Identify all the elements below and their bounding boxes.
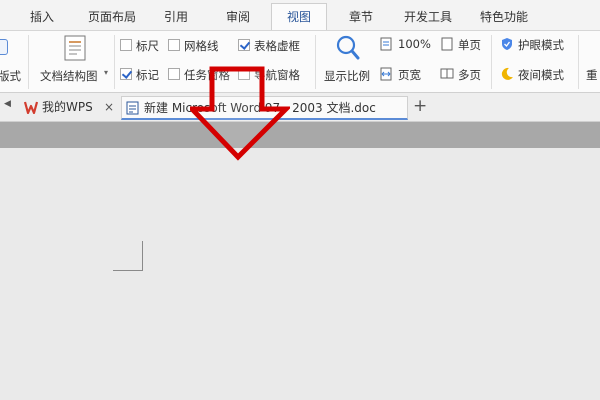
document-icon [126,101,139,115]
tab-current-document[interactable]: 新建 Microsoft Word 97 - 2003 文档.doc [121,96,408,120]
tab-insert[interactable]: 插入 [16,6,68,30]
page-corner-mark [113,241,143,271]
single-page-button[interactable]: 单页 [458,37,481,53]
page-width-button[interactable]: 页宽 [398,67,421,83]
nav-pane-label: 导航窗格 [254,68,300,82]
night-mode-button[interactable]: 夜间模式 [518,67,564,83]
task-pane-label: 任务窗格 [184,68,230,82]
zoom-label: 显示比例 [324,69,370,83]
single-page-icon [441,37,453,51]
tab-my-wps[interactable]: 我的WPS × [20,96,118,120]
tab-references[interactable]: 引用 [152,6,200,30]
page-width-icon [380,67,392,81]
moon-icon [501,67,513,80]
tab-chapter[interactable]: 章节 [337,6,385,30]
group-divider [28,35,29,89]
layout-icon [0,39,8,55]
ruler-strip [0,122,600,148]
close-icon[interactable]: × [104,96,114,118]
tab-special-features[interactable]: 特色功能 [470,6,538,30]
zoom-100-icon [380,37,392,51]
cut-off-button-label[interactable]: 重 [586,67,598,83]
table-gridlines-checkbox[interactable] [238,39,250,51]
marks-label: 标记 [136,68,159,82]
gridlines-checkbox[interactable] [168,39,180,51]
ruler-checkbox[interactable] [120,39,132,51]
task-pane-checkbox[interactable] [168,68,180,80]
document-tab-label: 新建 Microsoft Word 97 - 2003 文档.doc [144,101,376,115]
wps-logo-icon [24,101,38,114]
marks-checkbox[interactable] [120,68,132,80]
nav-pane-checkbox[interactable] [238,68,250,80]
ribbon-view-panel: 版式 文档结构图 ▾ 标尺 网格线 表格虚框 标记 任务窗格 导航窗格 显示比例… [0,30,600,93]
tab-developer[interactable]: 开发工具 [396,6,460,30]
zoom-100-button[interactable]: 100% [398,37,431,51]
group-divider [114,35,115,89]
tab-my-wps-label: 我的WPS [42,100,93,114]
chevron-down-icon: ▾ [104,68,109,77]
eye-mode-button[interactable]: 护眼模式 [518,37,564,53]
gridlines-label: 网格线 [184,39,219,53]
document-tab-bar: ◀ 我的WPS × 新建 Microsoft Word 97 - 2003 文档… [0,93,600,122]
tab-page-layout[interactable]: 页面布局 [76,6,148,30]
magnifier-icon [336,35,360,60]
ribbon-tab-bar: 插入 页面布局 引用 审阅 视图 章节 开发工具 特色功能 [0,0,600,30]
table-gridlines-label: 表格虚框 [254,39,300,53]
scroll-left-icon[interactable]: ◀ [4,99,11,109]
ruler-label: 标尺 [136,39,159,53]
group-divider [578,35,579,89]
document-map-icon [64,35,86,61]
eye-protection-icon [502,38,512,50]
tab-view[interactable]: 视图 [271,3,327,30]
multi-page-icon [440,68,454,79]
doc-structure-label: 文档结构图 [40,69,98,83]
new-tab-plus-icon[interactable]: + [413,96,427,116]
multi-page-button[interactable]: 多页 [458,67,481,83]
group-divider [315,35,316,89]
document-canvas[interactable] [0,148,600,400]
layout-button-label[interactable]: 版式 [0,68,21,84]
group-divider [491,35,492,89]
tab-review[interactable]: 审阅 [216,6,260,30]
